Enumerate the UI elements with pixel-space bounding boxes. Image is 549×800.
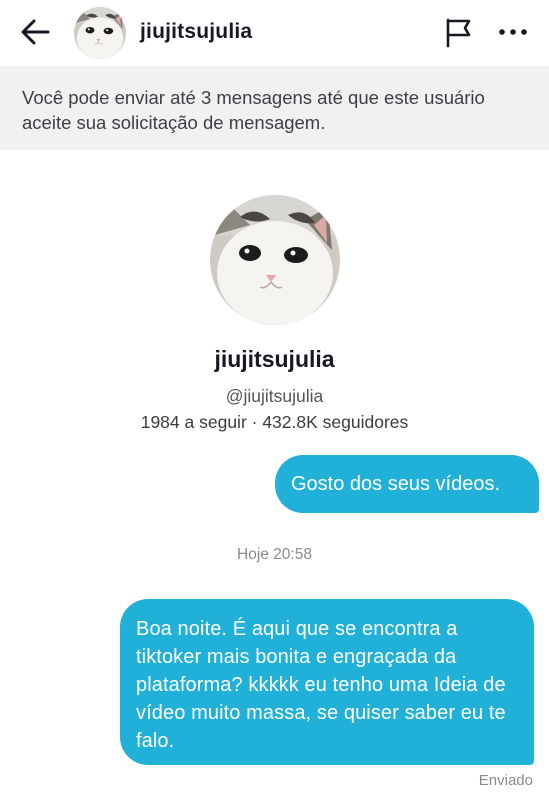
header-username[interactable]: jiujitsujulia bbox=[140, 20, 252, 44]
message-bubble[interactable]: Boa noite. É aqui que se encontra a tikt… bbox=[120, 599, 534, 765]
profile-stats: 1984 a seguir · 432.8K seguidores bbox=[140, 412, 409, 432]
more-horizontal-icon[interactable] bbox=[496, 22, 530, 42]
flag-icon[interactable] bbox=[440, 14, 476, 50]
message-status: Enviado bbox=[478, 772, 533, 789]
message-timestamp: Hoje 20:58 bbox=[237, 546, 312, 563]
profile-name[interactable]: jiujitsujulia bbox=[0, 346, 549, 373]
message-request-notice: Você pode enviar até 3 mensagens até que… bbox=[0, 66, 549, 150]
profile-avatar[interactable] bbox=[210, 195, 340, 325]
profile-handle: @jiujitsujulia bbox=[225, 386, 324, 406]
arrow-left-icon[interactable] bbox=[18, 16, 54, 48]
avatar[interactable] bbox=[74, 7, 126, 59]
chat-header: jiujitsujulia bbox=[0, 0, 549, 66]
cat-avatar-image bbox=[210, 195, 340, 325]
cat-avatar-image bbox=[74, 7, 126, 59]
message-bubble[interactable]: Gosto dos seus vídeos. bbox=[275, 455, 539, 513]
